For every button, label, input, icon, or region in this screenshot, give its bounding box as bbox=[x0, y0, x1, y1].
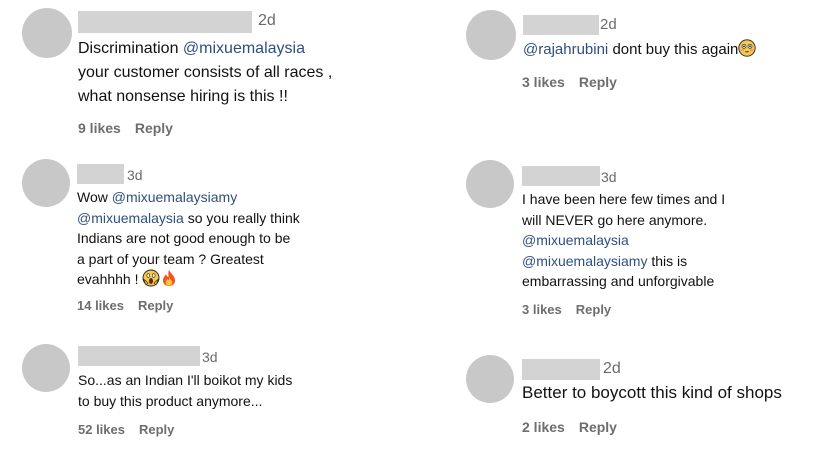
comment-text-segment: Better to boycott this kind of shops bbox=[522, 383, 782, 402]
comment-text-segment: dont buy this again bbox=[608, 41, 739, 58]
mention-link[interactable]: @mixuemalaysia bbox=[77, 210, 184, 226]
username-redacted[interactable] bbox=[523, 15, 599, 35]
timestamp: 3d bbox=[127, 167, 143, 183]
avatar[interactable] bbox=[466, 160, 514, 208]
avatar[interactable] bbox=[22, 344, 70, 392]
timestamp: 2d bbox=[603, 360, 621, 377]
comment-text: @rajahrubini dont buy this again bbox=[523, 39, 808, 60]
mention-link[interactable]: @mixuemalaysiamy bbox=[112, 189, 237, 205]
screaming-face-icon bbox=[142, 269, 160, 287]
comment-text-segment: your customer consists of all races , wh… bbox=[78, 64, 333, 105]
reply-button[interactable]: Reply bbox=[135, 120, 173, 136]
comment-meta: 14 likes Reply bbox=[77, 298, 173, 313]
likes-count[interactable]: 2 likes bbox=[522, 419, 565, 435]
avatar[interactable] bbox=[466, 10, 516, 60]
comment-meta: 3 likes Reply bbox=[522, 74, 617, 90]
comment-text-segment: I have been here few times and I will NE… bbox=[522, 191, 726, 228]
username-redacted[interactable] bbox=[78, 346, 200, 366]
timestamp: 3d bbox=[202, 349, 218, 365]
mention-link[interactable]: @mixuemalaysia bbox=[522, 232, 629, 248]
flushed-face-icon bbox=[738, 39, 757, 57]
likes-count[interactable]: 52 likes bbox=[78, 422, 125, 437]
comment-meta: 3 likes Reply bbox=[522, 302, 611, 317]
comment-meta: 9 likes Reply bbox=[78, 120, 173, 136]
reply-button[interactable]: Reply bbox=[138, 298, 173, 313]
fire-icon bbox=[163, 270, 176, 286]
likes-count[interactable]: 14 likes bbox=[77, 298, 124, 313]
username-redacted[interactable] bbox=[78, 11, 252, 33]
avatar[interactable] bbox=[466, 355, 514, 403]
comment-meta: 52 likes Reply bbox=[78, 422, 174, 437]
username-redacted[interactable] bbox=[522, 166, 600, 186]
avatar[interactable] bbox=[22, 8, 72, 58]
timestamp: 3d bbox=[601, 169, 617, 185]
mention-link[interactable]: @mixuemalaysiamy bbox=[522, 253, 647, 269]
timestamp: 2d bbox=[600, 16, 617, 33]
comment-text: Wow @mixuemalaysiamy @mixuemalaysia so y… bbox=[77, 187, 377, 290]
comment-text-segment: So...as an Indian I'll boikot my kids to… bbox=[78, 372, 293, 409]
comment-text-segment: Wow bbox=[77, 189, 112, 205]
likes-count[interactable]: 9 likes bbox=[78, 120, 121, 136]
likes-count[interactable]: 3 likes bbox=[522, 74, 565, 90]
comment-text: Discrimination @mixuemalaysia your custo… bbox=[78, 37, 378, 109]
avatar[interactable] bbox=[22, 159, 70, 207]
comment-text: I have been here few times and I will NE… bbox=[522, 189, 807, 292]
username-redacted[interactable] bbox=[77, 164, 124, 184]
likes-count[interactable]: 3 likes bbox=[522, 302, 562, 317]
timestamp: 2d bbox=[258, 12, 276, 29]
mention-link[interactable]: @mixuemalaysia bbox=[183, 40, 305, 57]
username-redacted[interactable] bbox=[522, 359, 600, 380]
comment-text: Better to boycott this kind of shops bbox=[522, 382, 812, 404]
comment-text: So...as an Indian I'll boikot my kids to… bbox=[78, 370, 378, 412]
comment-meta: 2 likes Reply bbox=[522, 419, 617, 435]
mention-link[interactable]: @rajahrubini bbox=[523, 41, 608, 58]
comment-text-segment: Discrimination bbox=[78, 40, 183, 57]
reply-button[interactable]: Reply bbox=[139, 422, 174, 437]
reply-button[interactable]: Reply bbox=[579, 419, 617, 435]
reply-button[interactable]: Reply bbox=[579, 74, 617, 90]
reply-button[interactable]: Reply bbox=[576, 302, 611, 317]
